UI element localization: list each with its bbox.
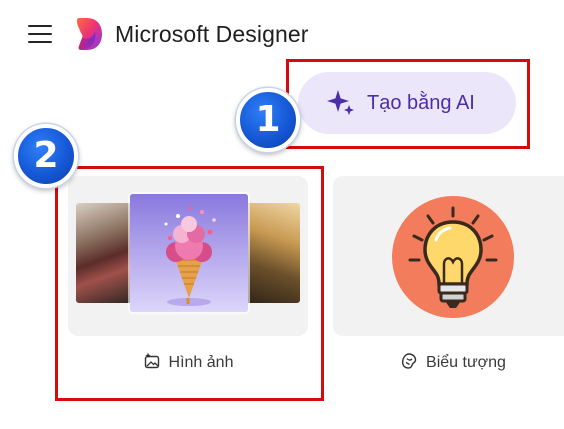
icon-card-label-row: Biểu tượng	[333, 352, 564, 372]
create-with-ai-button[interactable]: Tạo bằng AI	[298, 72, 516, 134]
image-card-thumbnail	[68, 176, 308, 336]
create-with-ai-label: Tạo bằng AI	[367, 92, 475, 114]
app-title: Microsoft Designer	[115, 21, 309, 47]
sparkle-icon	[327, 90, 354, 115]
icon-card-label: Biểu tượng	[426, 354, 506, 371]
image-card[interactable]: Hình ảnh	[68, 176, 308, 382]
hamburger-menu-icon[interactable]	[28, 24, 52, 44]
car-photo	[76, 203, 132, 303]
icon-card[interactable]: Biểu tượng	[333, 176, 564, 382]
sticker-icon	[401, 353, 417, 369]
image-card-label-row: Hình ảnh	[68, 352, 308, 372]
step-1-badge: 1	[236, 88, 300, 152]
image-card-label: Hình ảnh	[168, 354, 234, 371]
microsoft-designer-logo	[77, 18, 102, 50]
portrait-photo	[244, 203, 300, 303]
ice-cream-photo	[130, 194, 248, 312]
icon-card-thumbnail	[333, 176, 564, 336]
lightbulb-icon	[408, 206, 498, 308]
step-2-badge: 2	[14, 124, 78, 188]
image-sparkle-icon	[144, 352, 159, 369]
